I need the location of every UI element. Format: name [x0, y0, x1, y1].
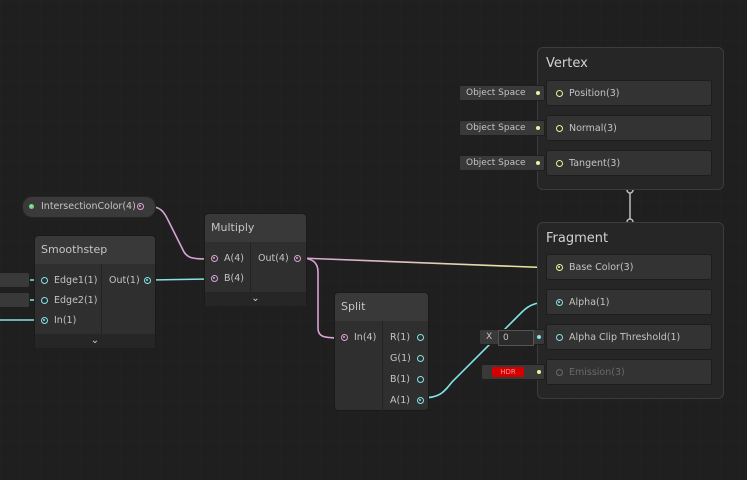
fragment-block-emission[interactable]: Emission(3)	[546, 359, 712, 385]
alpha-clip-input-dot-icon	[537, 335, 541, 339]
alpha-port[interactable]	[556, 299, 563, 306]
smoothstep-output[interactable]: Out(1)	[109, 272, 155, 290]
position-input-dot-icon	[536, 91, 540, 95]
multiply-b-port[interactable]	[211, 275, 218, 282]
smoothstep-expand-chevron-icon[interactable]: ⌄	[35, 334, 155, 348]
position-space-dropdown[interactable]: Object Space	[459, 85, 545, 101]
vertex-block-normal[interactable]: Normal(3)	[546, 115, 712, 141]
normal-space-dropdown[interactable]: Object Space	[459, 120, 545, 136]
smoothstep-title[interactable]: Smoothstep	[35, 236, 155, 264]
tangent-space-dropdown[interactable]: Object Space	[459, 155, 545, 171]
wire-multiply-to-basecolor	[299, 257, 557, 269]
property-exposed-icon	[29, 204, 34, 209]
multiply-output[interactable]: Out(4)	[258, 250, 306, 268]
split-title[interactable]: Split	[335, 293, 428, 321]
emission-input-dot-icon	[537, 370, 541, 374]
alpha-clip-value-field[interactable]: 0	[498, 330, 534, 346]
split-g-port[interactable]	[417, 355, 424, 362]
property-label: IntersectionColor(4)	[41, 201, 136, 212]
smoothstep-out-port[interactable]	[144, 277, 151, 284]
tangent-input-dot-icon	[536, 161, 540, 165]
normal-port[interactable]	[556, 125, 563, 132]
property-output-port[interactable]	[137, 203, 144, 210]
intersection-color-property[interactable]: IntersectionColor(4)	[22, 196, 156, 218]
wire-split-to-alpha	[421, 301, 557, 399]
fragment-title: Fragment	[546, 231, 609, 246]
split-b-port[interactable]	[417, 376, 424, 383]
edge1-port[interactable]	[41, 277, 48, 284]
split-a-port[interactable]	[417, 397, 424, 404]
split-in-port[interactable]	[341, 334, 348, 341]
split-output-r[interactable]: R(1)	[390, 329, 428, 347]
normal-input-dot-icon	[536, 126, 540, 130]
multiply-title[interactable]: Multiply	[205, 214, 306, 242]
split-output-a[interactable]: A(1)	[390, 392, 428, 410]
vertex-block-tangent[interactable]: Tangent(3)	[546, 150, 712, 176]
base-color-port[interactable]	[556, 264, 563, 271]
x-axis-label: X	[486, 332, 493, 342]
edge1-input-field[interactable]	[0, 272, 30, 288]
fragment-block-alpha-clip[interactable]: Alpha Clip Threshold(1)	[546, 324, 712, 350]
alpha-clip-port[interactable]	[556, 334, 563, 341]
fragment-block-alpha[interactable]: Alpha(1)	[546, 289, 712, 315]
edge2-port[interactable]	[41, 297, 48, 304]
hdr-color-swatch[interactable]: HDR	[492, 367, 524, 377]
smoothstep-node[interactable]: Smoothstep Edge1(1) Edge2(1) In(1) Out(1…	[34, 235, 156, 348]
split-node[interactable]: Split In(4) R(1) G(1) B(1) A(1)	[334, 292, 429, 412]
vertex-title: Vertex	[546, 56, 588, 71]
emission-port[interactable]	[556, 369, 563, 376]
vertex-block-position[interactable]: Position(3)	[546, 80, 712, 106]
position-port[interactable]	[556, 90, 563, 97]
multiply-node[interactable]: Multiply A(4) B(4) Out(4) ⌄	[204, 213, 307, 306]
fragment-block-base-color[interactable]: Base Color(3)	[546, 254, 712, 280]
multiply-a-port[interactable]	[211, 255, 218, 262]
multiply-expand-chevron-icon[interactable]: ⌄	[205, 292, 306, 306]
split-r-port[interactable]	[417, 334, 424, 341]
split-output-b[interactable]: B(1)	[390, 371, 428, 389]
emission-color-input[interactable]: HDR	[481, 364, 545, 380]
edge2-input-field[interactable]	[0, 292, 30, 308]
alpha-clip-input[interactable]: X 0	[479, 329, 545, 346]
split-output-g[interactable]: G(1)	[390, 350, 428, 368]
in-port[interactable]	[41, 317, 48, 324]
tangent-port[interactable]	[556, 160, 563, 167]
multiply-out-port[interactable]	[294, 255, 301, 262]
wire-smoothstep-to-multiply	[149, 278, 209, 281]
